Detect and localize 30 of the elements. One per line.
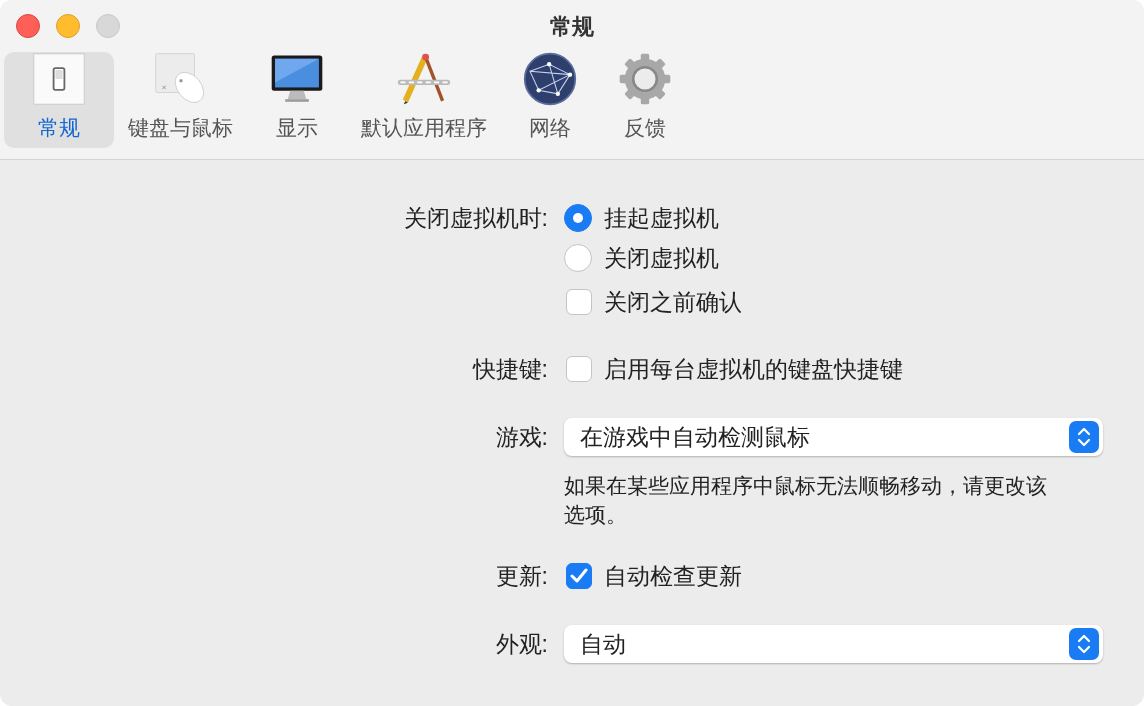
- toolbar-tab[interactable]: 常规: [4, 52, 114, 148]
- zoom-icon[interactable]: [96, 14, 120, 38]
- popup-menu[interactable]: 自动: [564, 625, 1103, 663]
- setting-label: 关闭虚拟机时:: [403, 204, 548, 231]
- toolbar-tab[interactable]: 网络: [519, 52, 581, 148]
- radio-label[interactable]: 挂起虚拟机: [604, 202, 719, 234]
- checkbox-label[interactable]: 启用每台虚拟机的键盘快捷键: [604, 353, 903, 385]
- checkbox-label[interactable]: 关闭之前确认: [604, 286, 742, 318]
- setting-label: 更新:: [495, 562, 548, 589]
- checkbox[interactable]: [566, 356, 592, 382]
- minimize-icon[interactable]: [56, 14, 80, 38]
- checkbox-label[interactable]: 自动检查更新: [604, 560, 742, 592]
- radio-label[interactable]: 关闭虚拟机: [604, 242, 719, 274]
- stepper-icon: [1069, 628, 1099, 660]
- radio-button[interactable]: [564, 244, 592, 272]
- toolbar-tab[interactable]: 默认应用程序: [361, 52, 487, 148]
- toolbar-tab[interactable]: 显示: [265, 52, 329, 148]
- setting-label: 快捷键:: [472, 355, 548, 382]
- help-text: 如果在某些应用程序中鼠标无法顺畅移动，请更改该选项。: [564, 473, 1048, 528]
- close-icon[interactable]: [16, 14, 40, 38]
- checkbox[interactable]: [566, 289, 592, 315]
- window-title: 常规: [550, 14, 594, 39]
- radio-button[interactable]: [564, 204, 592, 232]
- toolbar-tab[interactable]: 键盘与鼠标: [128, 52, 233, 148]
- setting-label: 外观:: [495, 630, 548, 657]
- toolbar-tab[interactable]: 反馈: [613, 52, 677, 148]
- popup-menu[interactable]: 在游戏中自动检测鼠标: [564, 418, 1103, 456]
- checkbox[interactable]: [566, 563, 592, 589]
- setting-label: 游戏:: [495, 423, 548, 450]
- stepper-icon: [1069, 421, 1099, 453]
